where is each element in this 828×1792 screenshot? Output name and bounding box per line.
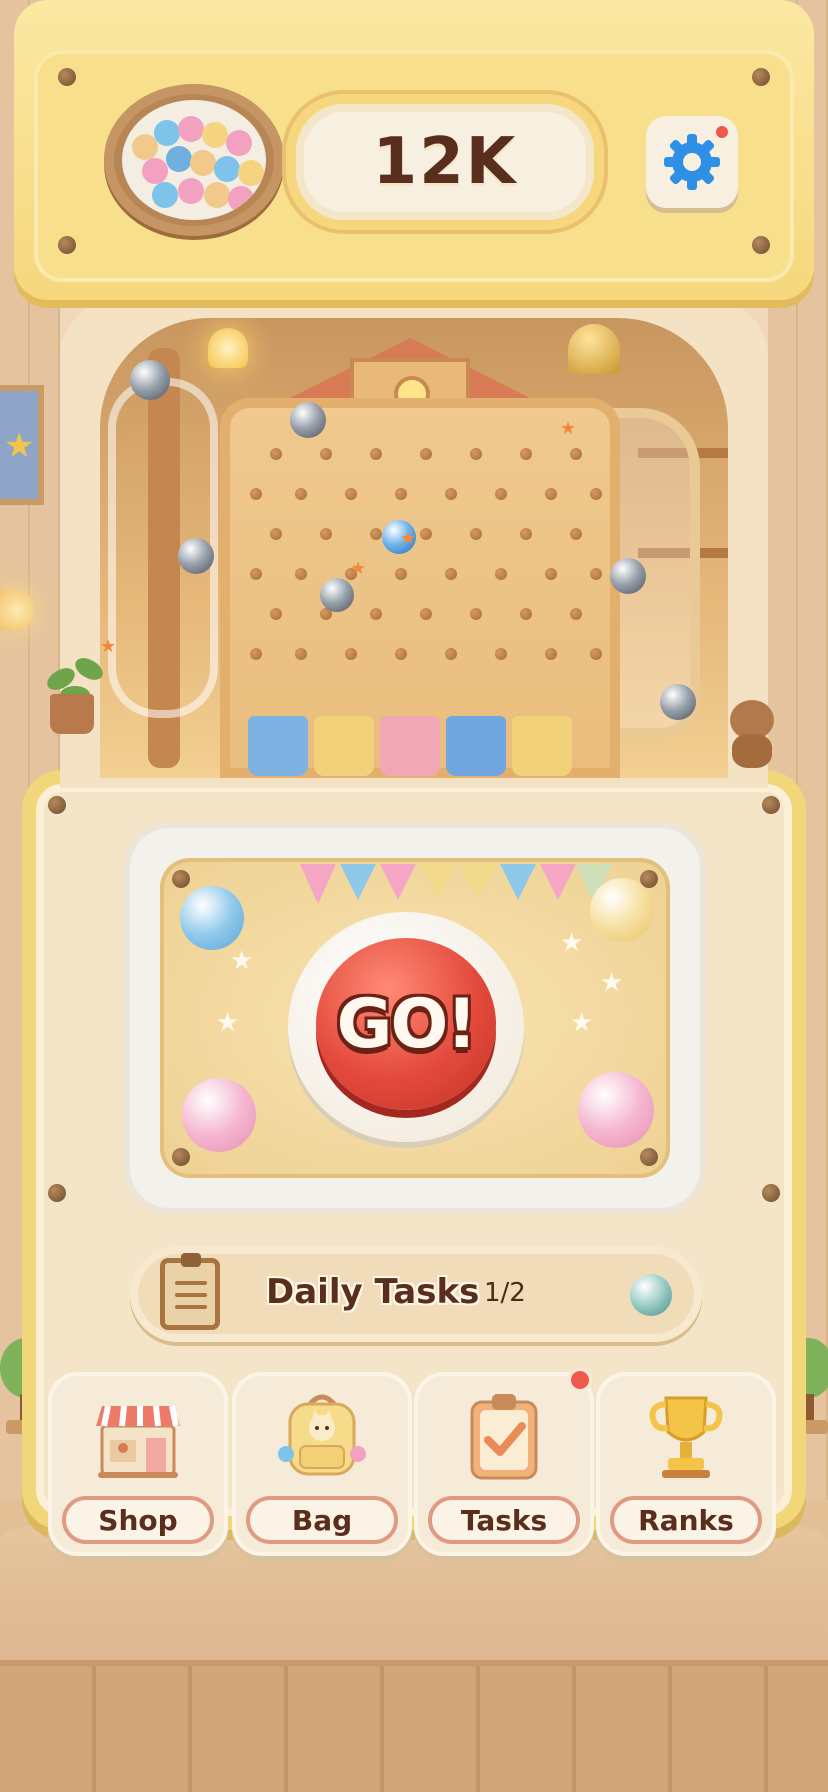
decor-ball-pink <box>182 1078 256 1152</box>
star-icon: ★ <box>230 946 254 976</box>
clipboard-check-icon <box>470 1394 538 1480</box>
settings-notification-dot <box>716 126 728 138</box>
nav-bag-button[interactable]: Bag <box>232 1372 412 1556</box>
marble <box>320 578 354 612</box>
nav-ranks-label: Ranks <box>610 1496 762 1544</box>
marble <box>660 684 696 720</box>
slot-cup-blue <box>446 716 506 776</box>
gear-icon <box>664 134 720 190</box>
go-panel: ★ ★ ★ ★ ★ GO! <box>130 828 700 1208</box>
daily-tasks-progress: 1/2 <box>484 1278 526 1308</box>
coin-counter: 12K <box>296 104 594 220</box>
nav-shop-button[interactable]: Shop <box>48 1372 228 1556</box>
slot-cup-yellow <box>314 716 374 776</box>
daily-tasks-label: Daily Tasks <box>266 1272 480 1312</box>
marble <box>610 558 646 594</box>
tasks-notification-dot <box>568 1368 592 1392</box>
shop-icon <box>96 1405 180 1478</box>
daily-tasks-bar[interactable]: Daily Tasks 1/2 <box>130 1246 702 1342</box>
coin-count-value: 12K <box>372 125 518 199</box>
trophy-icon <box>649 1396 723 1478</box>
slot-cup-yellow <box>512 716 572 776</box>
decor-ball-pink <box>578 1072 654 1148</box>
star-icon: ★ <box>216 1008 240 1038</box>
star-icon: ★ <box>4 426 35 466</box>
slot-cup-blue <box>248 716 308 776</box>
nav-bag-label: Bag <box>246 1496 398 1544</box>
slot-cup-pink <box>380 716 440 776</box>
marble <box>178 538 214 574</box>
hanging-lamp <box>208 328 248 368</box>
decor-ball-blue <box>180 886 244 950</box>
table-front <box>0 1660 828 1792</box>
nav-shop-label: Shop <box>62 1496 214 1544</box>
gumball-jar <box>104 84 284 236</box>
clipboard-icon <box>160 1253 220 1330</box>
star-icon: ★ <box>570 1008 594 1038</box>
go-button[interactable]: GO! <box>316 938 496 1110</box>
marble <box>290 402 326 438</box>
star-icon: ★ <box>560 928 584 958</box>
marble-icon <box>630 1274 672 1316</box>
star-icon: ★ <box>600 968 624 998</box>
bell-icon <box>568 324 620 374</box>
marble <box>130 360 170 400</box>
settings-button[interactable] <box>646 116 738 208</box>
go-button-label: GO! <box>336 984 478 1064</box>
decor-ball-yellow <box>590 878 654 942</box>
wall-lamp <box>0 590 34 630</box>
wall-picture-frame: ★ <box>0 385 44 505</box>
teddy-bear <box>722 700 782 768</box>
nav-tasks-button[interactable]: Tasks <box>414 1368 594 1556</box>
nav-ranks-button[interactable]: Ranks <box>596 1372 776 1556</box>
bunting-decoration <box>300 850 612 910</box>
backpack-icon <box>278 1394 366 1476</box>
nav-tasks-label: Tasks <box>428 1496 580 1544</box>
pachinko-board: ★ ★ ★ ★ <box>100 318 728 778</box>
potted-plant <box>36 650 116 770</box>
